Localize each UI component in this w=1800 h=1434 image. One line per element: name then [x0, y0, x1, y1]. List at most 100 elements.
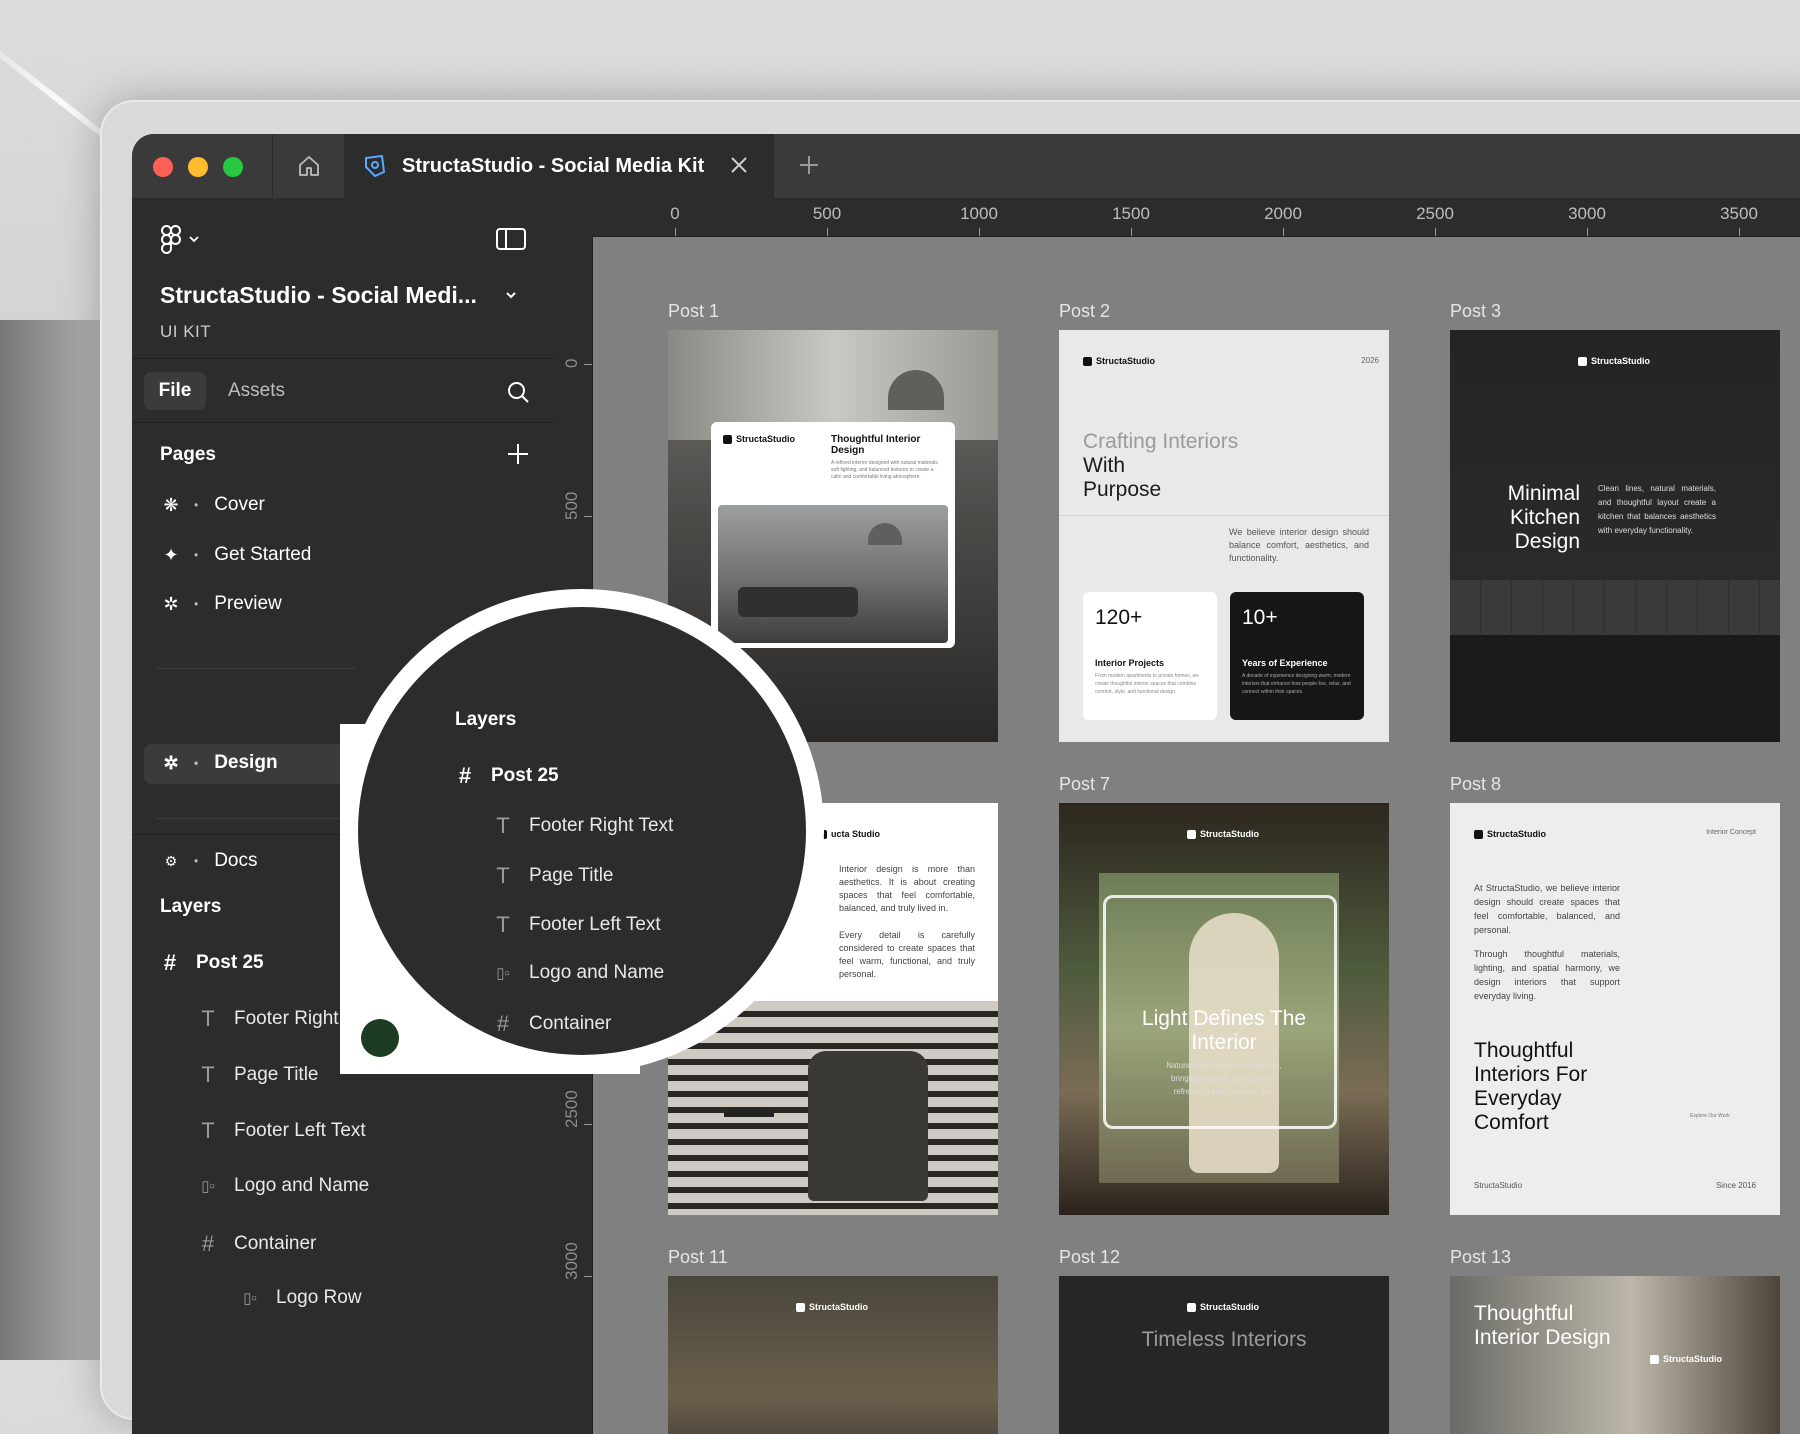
- magnified-layers-panel: Layers # Post 25 T Footer Right Text T Page…: [358, 607, 806, 1055]
- frame-label[interactable]: Post 13: [1450, 1247, 1511, 1268]
- frame-post-13[interactable]: Thoughtful Interior Design StructaStudio: [1450, 1276, 1780, 1434]
- layer-page-title[interactable]: T Page Title: [196, 1062, 318, 1088]
- post-body: At StructaStudio, we believe interior de…: [1474, 883, 1620, 935]
- frame-post-8[interactable]: StructaStudio Interior Concept At Struct…: [1450, 803, 1780, 1215]
- page-item-cover[interactable]: ❋ • Cover: [160, 494, 264, 516]
- page-item-design[interactable]: ✲ • Design: [160, 752, 278, 774]
- asterisk-icon: ✲: [163, 752, 179, 773]
- tile-wall: [1450, 580, 1780, 640]
- lamp-shape: [868, 523, 902, 545]
- divider: [132, 358, 554, 359]
- ruler-label: 1000: [960, 204, 998, 223]
- brand-logo: ucta Studio: [818, 829, 880, 839]
- stat-body: From modern apartments to private homes,…: [1095, 673, 1199, 695]
- tab-file[interactable]: File: [144, 372, 206, 410]
- file-subtitle: UI KIT: [160, 322, 212, 341]
- page-item-get-started[interactable]: ✦ • Get Started: [160, 544, 311, 566]
- post-body: We believe interior design should balanc…: [1229, 527, 1369, 563]
- explore-link: Explore Our Work: [1690, 1113, 1730, 1119]
- frame-label[interactable]: Post 2: [1059, 301, 1110, 322]
- ruler-tick: [584, 1124, 592, 1125]
- add-page-icon[interactable]: [506, 442, 530, 466]
- home-tab[interactable]: [272, 134, 346, 198]
- tab-bar: StructaStudio - Social Media Kit: [132, 134, 1800, 199]
- post-body: Natural light transforms interiors, brin…: [1166, 1061, 1282, 1096]
- layer-container[interactable]: # Container: [196, 1231, 317, 1257]
- auto-layout-icon: ▯▫: [201, 1178, 215, 1195]
- frame-label[interactable]: Post 3: [1450, 301, 1501, 322]
- brand-logo: StructaStudio: [1650, 1354, 1722, 1364]
- ruler-tick: [1739, 228, 1740, 236]
- frame-post-3[interactable]: StructaStudio Minimal Kitchen Design Cle…: [1450, 330, 1780, 742]
- toggle-panel-icon[interactable]: [496, 228, 526, 250]
- ruler-tick: [1283, 228, 1284, 236]
- frame-post-11[interactable]: StructaStudio: [668, 1276, 998, 1434]
- ruler-label: 500: [562, 491, 581, 520]
- post-tag: Interior Concept: [1706, 829, 1756, 836]
- layer-logo-row[interactable]: ▯▫ Logo Row: [238, 1287, 361, 1309]
- frame-post-7[interactable]: StructaStudio Light Defines The Interior…: [1059, 803, 1389, 1215]
- layer-page-title[interactable]: T Page Title: [491, 863, 613, 889]
- chevron-down-icon[interactable]: [504, 288, 518, 302]
- page-item-docs[interactable]: ⚙ • Docs: [160, 850, 258, 872]
- magnifier: Layers # Post 25 T Footer Right Text T Page…: [340, 589, 824, 1073]
- figma-logo-icon: [160, 225, 181, 254]
- ruler-tick: [584, 1276, 592, 1277]
- layer-footer-left-text[interactable]: T Footer Left Text: [196, 1118, 365, 1144]
- page-item-label: Design: [214, 752, 278, 773]
- layer-post-25[interactable]: # Post 25: [158, 950, 264, 976]
- stat-value: 10+: [1242, 606, 1278, 629]
- background-edge: [0, 320, 100, 1360]
- post-body: Through thoughtful materials, lighting, …: [1474, 949, 1620, 1001]
- brand-logo: StructaStudio: [1187, 829, 1259, 839]
- ruler-tick: [827, 228, 828, 236]
- card: StructaStudio Thoughtful Interior Design…: [711, 422, 955, 648]
- chevron-down-icon: [189, 236, 199, 243]
- main-menu-button[interactable]: [160, 224, 200, 254]
- frame-icon: #: [496, 1011, 510, 1036]
- close-tab-icon[interactable]: [726, 152, 752, 178]
- asterisk-icon: ❋: [163, 494, 179, 515]
- file-name[interactable]: StructaStudio - Social Medi...: [160, 282, 477, 309]
- post-title: Thoughtful Interior Design: [1474, 1302, 1611, 1349]
- text-icon: T: [201, 1118, 215, 1143]
- close-window-button[interactable]: [153, 157, 173, 177]
- layer-logo-and-name[interactable]: ▯▫ Logo and Name: [491, 962, 664, 984]
- ruler-tick: [584, 364, 592, 365]
- frame-label[interactable]: Post 8: [1450, 774, 1501, 795]
- frame-label[interactable]: Post 1: [668, 301, 719, 322]
- layers-heading: Layers: [160, 896, 222, 917]
- frame-post-12[interactable]: StructaStudio Timeless Interiors: [1059, 1276, 1389, 1434]
- ruler-tick: [1587, 228, 1588, 236]
- tab-social-media-kit[interactable]: StructaStudio - Social Media Kit: [344, 134, 774, 198]
- brand-logo: StructaStudio: [796, 1302, 868, 1312]
- maximize-window-button[interactable]: [223, 157, 243, 177]
- ruler-label: 0: [562, 358, 581, 368]
- minimize-window-button[interactable]: [188, 157, 208, 177]
- page-item-label: Get Started: [214, 544, 312, 565]
- auto-layout-icon: ▯▫: [496, 965, 510, 982]
- frame-icon: #: [201, 1231, 215, 1256]
- layer-footer-right-text[interactable]: T Footer Right Text: [491, 813, 673, 839]
- frame-label[interactable]: Post 11: [668, 1247, 728, 1268]
- footer-right-text: Since 2016: [1715, 1181, 1756, 1190]
- brand-logo: StructaStudio: [723, 434, 795, 444]
- layer-footer-left-text[interactable]: T Footer Left Text: [491, 912, 660, 938]
- frame-label[interactable]: Post 12: [1059, 1247, 1120, 1268]
- layer-post-25[interactable]: # Post 25: [453, 763, 559, 789]
- new-tab-icon[interactable]: [796, 152, 822, 178]
- ruler-label: 2500: [562, 1090, 581, 1128]
- bedroom-photo: [718, 505, 948, 643]
- tab-assets[interactable]: Assets: [228, 380, 285, 402]
- post-title: Thoughtful Interiors For Everyday Comfor…: [1474, 1039, 1588, 1134]
- frame-post-2[interactable]: StructaStudio 2026 Crafting Interiors Wi…: [1059, 330, 1389, 742]
- brand-logo: StructaStudio: [1578, 356, 1650, 366]
- layer-container[interactable]: # Container: [491, 1011, 612, 1037]
- frame-label[interactable]: Post 7: [1059, 774, 1110, 795]
- search-icon[interactable]: [506, 380, 530, 404]
- post-title: Minimal Kitchen Design: [1507, 482, 1580, 553]
- frame-icon: #: [163, 950, 177, 975]
- page-item-preview[interactable]: ✲ • Preview: [160, 593, 281, 615]
- post-body: Clean lines, natural materials, and thou…: [1598, 484, 1716, 535]
- layer-logo-and-name[interactable]: ▯▫ Logo and Name: [196, 1175, 369, 1197]
